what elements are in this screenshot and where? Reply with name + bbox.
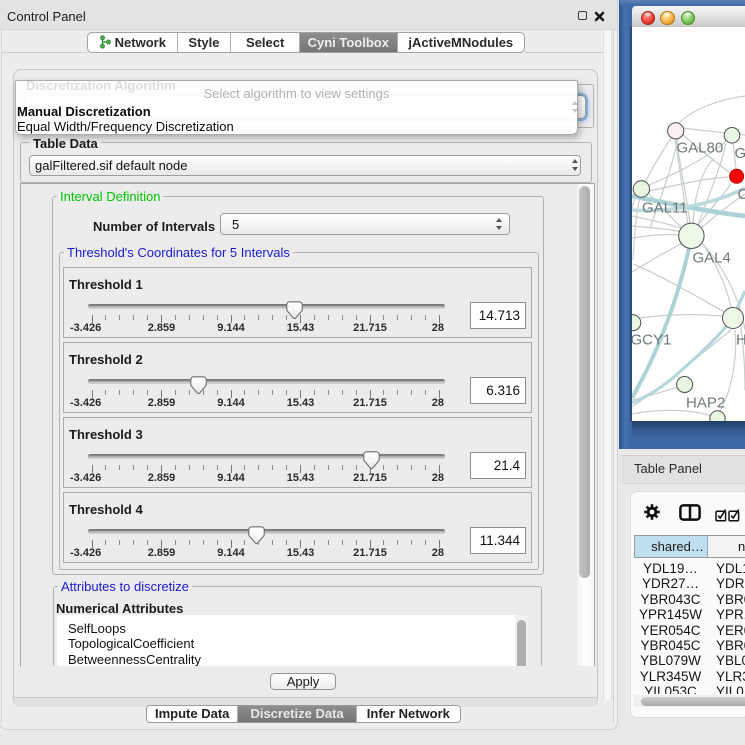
svg-text:GAL80: GAL80: [677, 140, 724, 157]
svg-text:GAL4: GAL4: [693, 250, 731, 267]
svg-text:HA: HA: [736, 332, 745, 349]
svg-text:CD: CD: [738, 186, 745, 203]
svg-text:GCY1: GCY1: [632, 332, 671, 349]
svg-text:HAP2: HAP2: [686, 395, 725, 412]
svg-text:GA: GA: [735, 145, 745, 162]
svg-text:GAL11: GAL11: [642, 200, 688, 217]
